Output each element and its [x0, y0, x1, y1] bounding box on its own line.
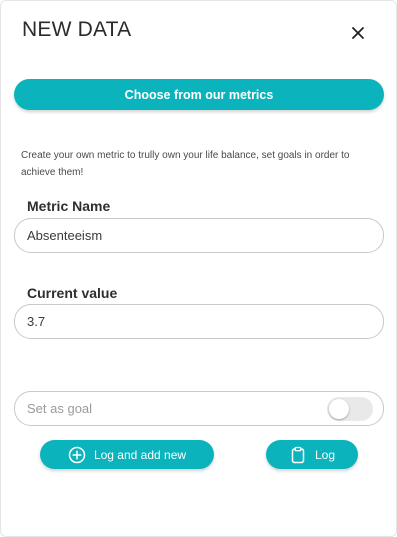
metric-name-input[interactable] [14, 218, 384, 253]
choose-metrics-button[interactable]: Choose from our metrics [14, 79, 384, 110]
set-as-goal-label: Set as goal [27, 401, 93, 416]
current-value-label: Current value [27, 285, 118, 301]
log-button[interactable]: Log [266, 440, 358, 469]
metric-name-label: Metric Name [27, 198, 111, 214]
description-text: Create your own metric to trully own you… [21, 150, 350, 178]
current-value-input[interactable] [14, 304, 384, 339]
log-and-add-new-label: Log and add new [93, 447, 187, 462]
set-as-goal-toggle[interactable] [327, 397, 373, 421]
new-data-modal: NEW DATA Choose from our metrics Create … [0, 0, 397, 537]
log-label: Log [314, 447, 336, 462]
modal-title: NEW DATA [22, 18, 132, 41]
plus-circle-icon [68, 446, 86, 464]
clipboard-icon [289, 446, 307, 464]
set-as-goal-row: Set as goal [14, 391, 384, 426]
close-icon[interactable] [347, 22, 369, 44]
toggle-knob [329, 399, 349, 419]
log-and-add-new-button[interactable]: Log and add new [40, 440, 214, 469]
